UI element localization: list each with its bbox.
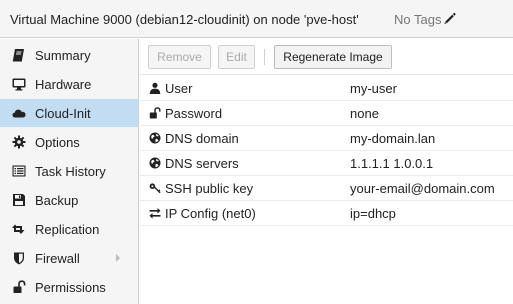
title-bar: Virtual Machine 9000 (debian12-cloudinit… bbox=[0, 0, 513, 38]
sidebar-item-options[interactable]: Options bbox=[0, 128, 138, 156]
sidebar-item-cloud-init[interactable]: Cloud-Init bbox=[0, 99, 138, 127]
shield-icon bbox=[12, 251, 26, 265]
unlock-icon bbox=[149, 107, 161, 119]
book-icon bbox=[12, 48, 26, 62]
sidebar-item-label: Hardware bbox=[35, 77, 92, 92]
row-value: ip=dhcp bbox=[350, 206, 396, 221]
globe-icon bbox=[149, 157, 161, 169]
table-row[interactable]: IP Config (net0) ip=dhcp bbox=[140, 201, 513, 226]
sidebar-item-label: Backup bbox=[35, 193, 79, 208]
sidebar-item-task-history[interactable]: Task History bbox=[0, 157, 138, 185]
sidebar-item-label: Permissions bbox=[35, 280, 106, 295]
sidebar-item-summary[interactable]: Summary bbox=[0, 41, 138, 69]
row-value: my-domain.lan bbox=[350, 131, 436, 146]
key-icon bbox=[149, 182, 161, 194]
exchange-icon bbox=[149, 207, 161, 219]
floppy-icon bbox=[12, 193, 26, 207]
sidebar-item-label: Summary bbox=[35, 48, 91, 63]
row-key: User bbox=[165, 81, 193, 96]
sidebar-item-hardware[interactable]: Hardware bbox=[0, 70, 138, 98]
sidebar-item-label: Task History bbox=[35, 164, 106, 179]
sidebar-item-label: Cloud-Init bbox=[35, 106, 91, 121]
toolbar-separator bbox=[264, 49, 265, 65]
row-value: 1.1.1.1 1.0.0.1 bbox=[350, 156, 434, 171]
edit-button[interactable]: Edit bbox=[218, 45, 255, 69]
sidebar: Summary Hardware Cloud-Init Options Task… bbox=[0, 39, 139, 304]
row-key: SSH public key bbox=[165, 181, 254, 196]
sidebar-item-label: Options bbox=[35, 135, 80, 150]
row-key: DNS domain bbox=[165, 131, 239, 146]
tags-label[interactable]: No Tags bbox=[394, 12, 441, 27]
remove-button[interactable]: Remove bbox=[148, 45, 211, 69]
sidebar-item-label: Replication bbox=[35, 222, 100, 237]
sidebar-item-firewall[interactable]: Firewall bbox=[0, 244, 138, 272]
page-title: Virtual Machine 9000 (debian12-cloudinit… bbox=[10, 12, 359, 27]
table-row[interactable]: User my-user bbox=[140, 76, 513, 101]
pencil-icon[interactable] bbox=[443, 11, 456, 25]
chevron-right-icon bbox=[114, 252, 122, 264]
monitor-icon bbox=[12, 77, 26, 91]
sidebar-item-backup[interactable]: Backup bbox=[0, 186, 138, 214]
unlock-icon bbox=[12, 280, 26, 294]
row-value: your-email@domain.com bbox=[350, 181, 495, 196]
regenerate-image-button[interactable]: Regenerate Image bbox=[274, 45, 392, 69]
table-row[interactable]: DNS servers 1.1.1.1 1.0.0.1 bbox=[140, 151, 513, 176]
row-value: none bbox=[350, 106, 379, 121]
toolbar: Remove Edit Regenerate Image bbox=[140, 39, 513, 75]
table-row[interactable]: SSH public key your-email@domain.com bbox=[140, 176, 513, 201]
gear-icon bbox=[12, 135, 26, 149]
table-row[interactable]: DNS domain my-domain.lan bbox=[140, 126, 513, 151]
globe-icon bbox=[149, 132, 161, 144]
cloud-icon bbox=[12, 106, 26, 120]
row-key: Password bbox=[165, 106, 223, 121]
table-row[interactable]: Password none bbox=[140, 101, 513, 126]
list-icon bbox=[12, 164, 26, 178]
sidebar-item-label: Firewall bbox=[35, 251, 80, 266]
sidebar-item-replication[interactable]: Replication bbox=[0, 215, 138, 243]
user-icon bbox=[149, 82, 161, 94]
row-key: IP Config (net0) bbox=[165, 206, 256, 221]
retweet-icon bbox=[12, 222, 26, 236]
row-key: DNS servers bbox=[165, 156, 239, 171]
row-value: my-user bbox=[350, 81, 397, 96]
sidebar-item-permissions[interactable]: Permissions bbox=[0, 273, 138, 301]
